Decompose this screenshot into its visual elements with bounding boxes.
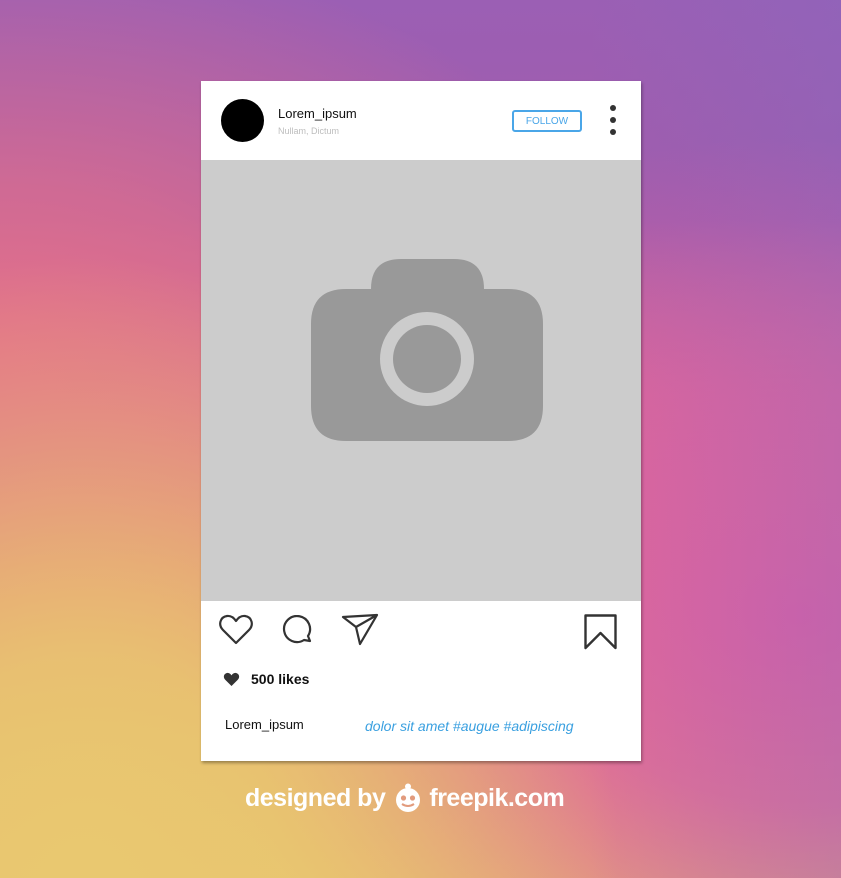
freepik-logo-icon xyxy=(396,783,421,812)
action-bar xyxy=(201,601,641,661)
post-card: Lorem_ipsum Nullam, Dictum FOLLOW 500 li… xyxy=(201,81,641,761)
follow-button[interactable]: FOLLOW xyxy=(512,110,582,132)
heart-filled-icon xyxy=(223,672,240,686)
camera-icon xyxy=(311,259,543,441)
caption-hashtags[interactable]: dolor sit amet #augue #adipiscing xyxy=(365,718,574,734)
credit-brand: freepik.com xyxy=(429,783,565,812)
bookmark-icon[interactable] xyxy=(584,614,617,650)
likes-count[interactable]: 500 likes xyxy=(251,671,309,687)
credit-prefix: designed by xyxy=(245,783,386,812)
post-header: Lorem_ipsum Nullam, Dictum FOLLOW xyxy=(201,81,641,161)
avatar[interactable] xyxy=(221,99,264,142)
heart-outline-icon[interactable] xyxy=(219,614,253,645)
comment-icon[interactable] xyxy=(282,615,314,647)
more-vertical-icon[interactable] xyxy=(606,103,620,137)
location: Nullam, Dictum xyxy=(278,126,340,136)
caption-username[interactable]: Lorem_ipsum xyxy=(225,717,304,732)
send-icon[interactable] xyxy=(341,613,379,647)
likes-row: 500 likes xyxy=(223,669,309,689)
username[interactable]: Lorem_ipsum xyxy=(278,106,357,121)
freepik-credit: designed by freepik.com xyxy=(245,780,565,816)
photo-placeholder xyxy=(201,160,641,601)
